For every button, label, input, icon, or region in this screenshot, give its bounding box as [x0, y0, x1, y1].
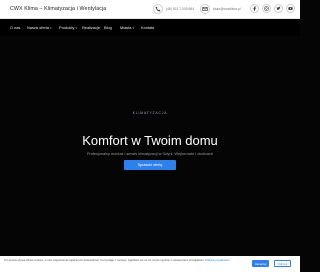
email-contact[interactable]: biuro@cwxklima.pl [200, 3, 241, 15]
top-header: CWX Klima – Klimatyzacja i Wentylacja (4… [0, 0, 300, 19]
hero-eyebrow: KLIMATYZACJA [132, 111, 168, 115]
chevron-down-icon: ▾ [50, 26, 52, 30]
mail-icon [200, 4, 210, 14]
nav-item-kontakt[interactable]: Kontakt [141, 25, 154, 30]
nav-item-blog[interactable]: Blog [104, 25, 112, 30]
cookie-banner: Ten serwis używa plików cookies, w celu … [0, 256, 300, 272]
facebook-icon[interactable] [250, 4, 259, 13]
instagram-icon[interactable] [262, 4, 271, 13]
nav-item-o-nas[interactable]: O nas [10, 25, 20, 30]
youtube-icon[interactable] [286, 4, 295, 13]
reject-cookies-button[interactable]: Odrzuć [274, 260, 291, 267]
main-navigation: O nas Nasza oferta▾ Produkty▾ Realizacje… [0, 19, 300, 51]
nav-item-produkty[interactable]: Produkty▾ [59, 25, 77, 30]
phone-icon [153, 4, 163, 14]
nav-item-realizacje[interactable]: Realizacje [82, 25, 100, 30]
chevron-down-icon: ▾ [75, 26, 77, 30]
email-address: biuro@cwxklima.pl [213, 7, 241, 11]
phone-contact[interactable]: (48) 531 7-009 684 [153, 3, 194, 15]
site-title[interactable]: CWX Klima – Klimatyzacja i Wentylacja [10, 6, 106, 12]
cookie-notice: Ten serwis używa plików cookies, w celu … [4, 259, 244, 263]
privacy-policy-link[interactable]: Polityka prywatności [205, 259, 229, 262]
phone-number: (48) 531 7-009 684 [166, 7, 195, 11]
nav-item-miasta[interactable]: Miasta▾ [120, 25, 134, 30]
accept-cookies-button[interactable]: Akceptuj [252, 260, 269, 267]
check-offer-button[interactable]: Sprawdź ofertę [124, 160, 176, 170]
chevron-down-icon: ▾ [132, 26, 134, 30]
hero-subtitle: Profesjonalny montaż i serwis klimatyzac… [86, 152, 214, 156]
cookie-text: Ten serwis używa plików cookies, w celu … [4, 259, 205, 262]
hero-headline: Komfort w Twoim domu [82, 133, 218, 148]
nav-item-nasza-oferta[interactable]: Nasza oferta▾ [27, 25, 52, 30]
twitter-icon[interactable] [274, 4, 283, 13]
